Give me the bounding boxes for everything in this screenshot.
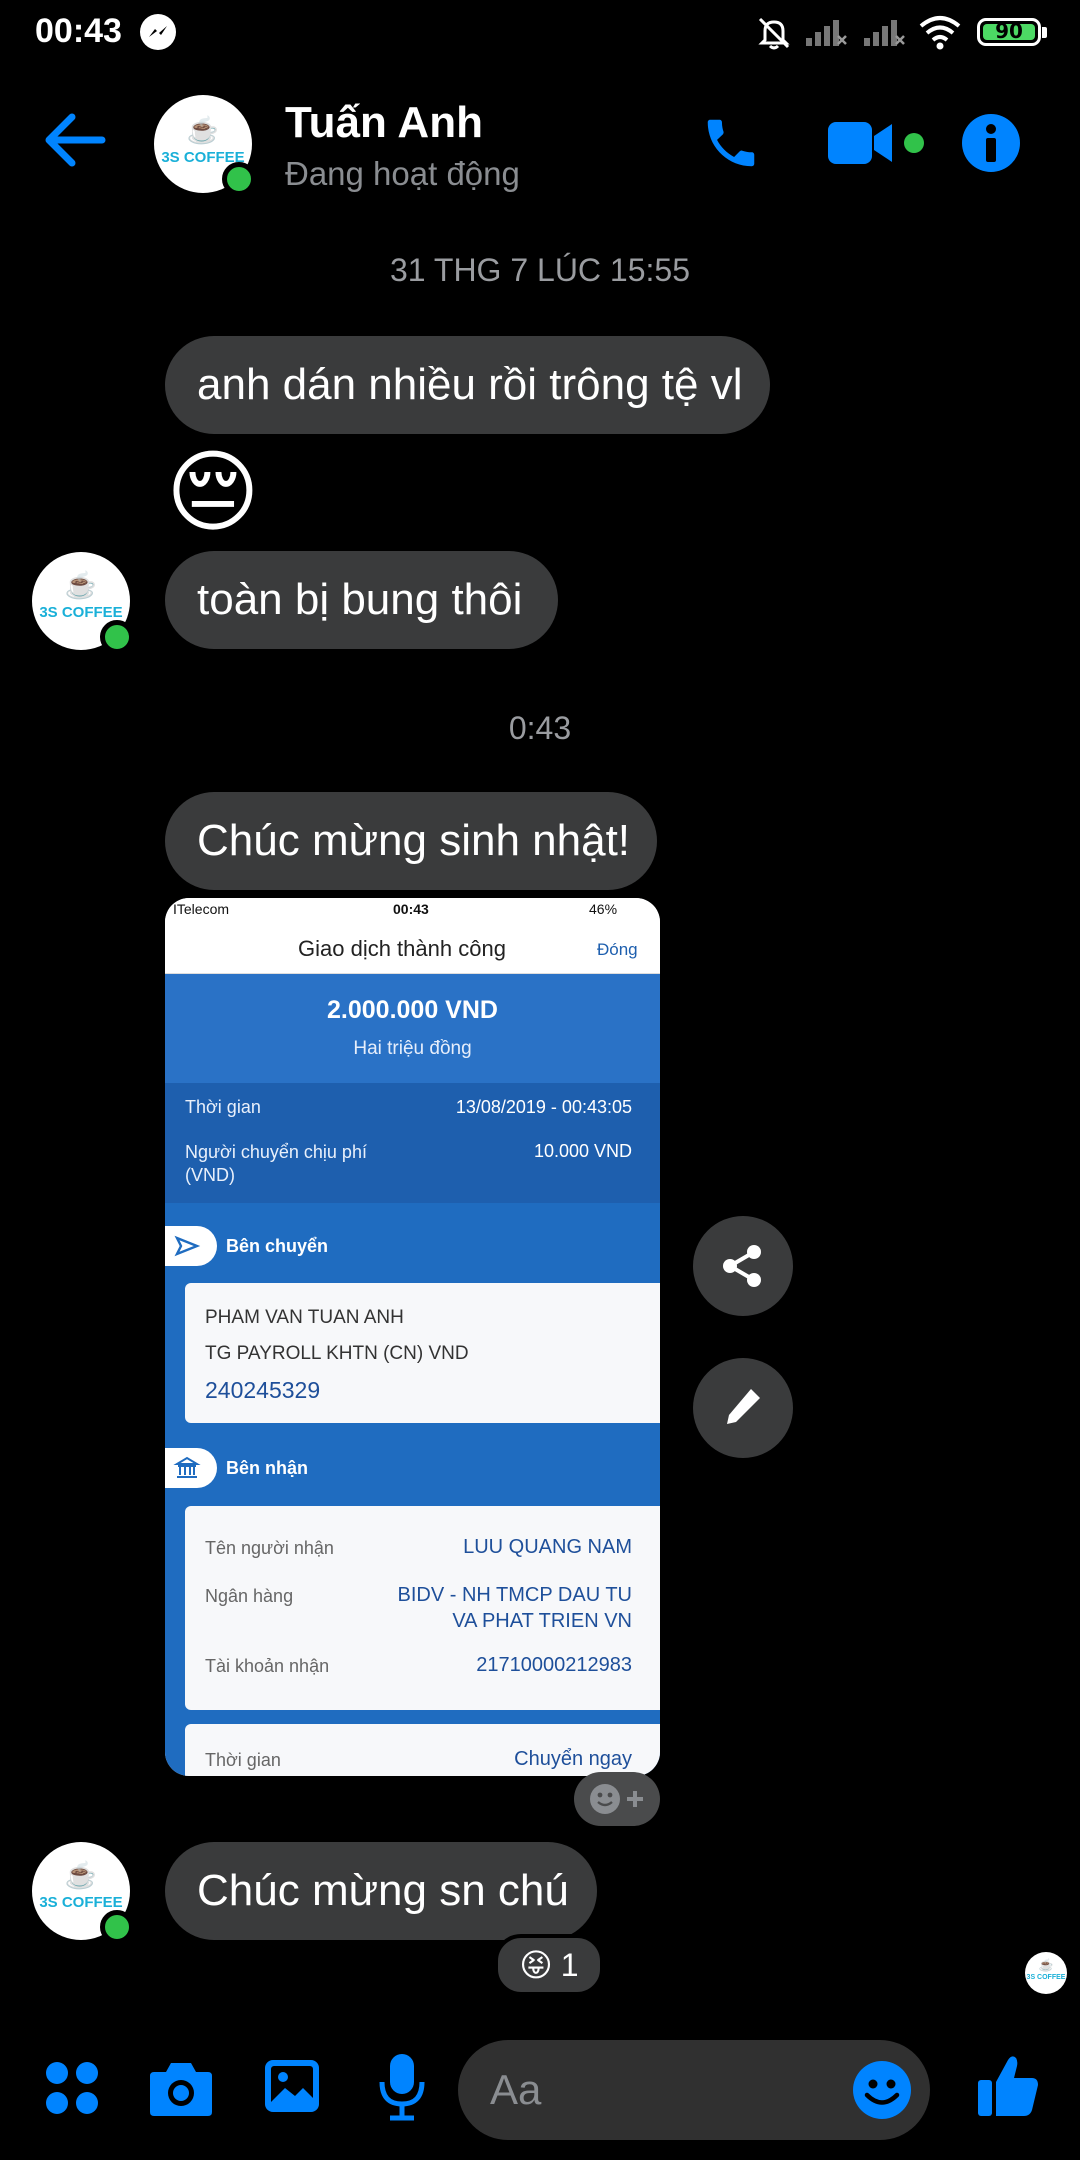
receipt-battery: 46% (589, 901, 618, 917)
receipt-time-label: Thời gian (185, 1097, 261, 1117)
sender-account: 240245329 (205, 1377, 321, 1403)
receiver-section-label: Bên nhận (226, 1458, 309, 1478)
video-active-dot (904, 133, 924, 153)
transfer-time-card: Thời gian Chuyển ngay (185, 1724, 660, 1776)
avatar-cup-icon: ☕ (1038, 1958, 1054, 1972)
avatar-logo-text: 3S COFFEE (39, 604, 123, 621)
reaction-count: 1 (560, 1946, 579, 1983)
sender-account-type: TG PAYROLL KHTN (CN) VND (205, 1343, 469, 1364)
bank-line-2: VA PHAT TRIEN VN (452, 1610, 632, 1632)
reaction-badge[interactable]: 😝 1 (494, 1934, 604, 1996)
mute-icon (755, 14, 793, 57)
share-button[interactable] (693, 1216, 793, 1316)
contact-name[interactable]: Tuấn Anh (285, 98, 483, 148)
reaction-emoji: 😝 (519, 1946, 553, 1984)
bank-icon (165, 1448, 217, 1488)
message-bubble[interactable]: toàn bị bung thôi (165, 551, 558, 649)
message-bubble[interactable]: anh dán nhiều rồi trông tệ vl (165, 336, 770, 434)
message-text: toàn bị bung thôi (197, 575, 523, 624)
receipt-time-value: 13/08/2019 - 00:43:05 (455, 1097, 632, 1117)
message-input[interactable]: Aa (458, 2040, 930, 2140)
seen-avatar: ☕ 3S COFFEE (1025, 1952, 1067, 1994)
sender-name: PHAM VAN TUAN ANH (205, 1307, 404, 1328)
timestamp: 0:43 (508, 710, 572, 746)
video-icon[interactable] (826, 118, 898, 173)
timestamp: 31 THG 7 LÚC 15:55 (389, 252, 690, 288)
phone-icon[interactable] (700, 112, 762, 179)
apps-icon[interactable] (44, 2060, 100, 2121)
send-icon (165, 1226, 217, 1266)
like-icon[interactable] (974, 2052, 1042, 2125)
bottom-time-value: Chuyển ngay (514, 1748, 632, 1770)
share-icon (723, 1245, 761, 1287)
edit-button[interactable] (693, 1358, 793, 1458)
online-indicator (100, 1910, 134, 1944)
message-text: anh dán nhiều rồi trông tệ vl (197, 360, 743, 409)
sender-card: PHAM VAN TUAN ANH TG PAYROLL KHTN (CN) V… (185, 1283, 660, 1423)
avatar-cup-icon: ☕ (186, 115, 220, 145)
wifi-icon (918, 14, 962, 55)
receipt-amount-words: Hai triệu đồng (353, 1038, 472, 1059)
message-text: Chúc mừng sn chú (197, 1866, 569, 1915)
avatar-logo-text: 3S COFFEE (1026, 1974, 1066, 1981)
edit-icon (727, 1389, 760, 1424)
camera-icon[interactable] (148, 2058, 214, 2123)
add-reaction-icon (590, 1784, 643, 1814)
back-arrow-icon[interactable] (42, 112, 108, 173)
bank-label: Ngân hàng (205, 1586, 294, 1606)
message-bubble[interactable]: Chúc mừng sinh nhật! (165, 792, 657, 890)
online-indicator (222, 162, 256, 196)
add-reaction-button[interactable] (574, 1772, 660, 1826)
contact-status: Đang hoạt động (285, 155, 520, 192)
receipt-title: Giao dịch thành công (298, 936, 506, 961)
account-value: 21710000212983 (476, 1654, 632, 1676)
sender-section-label: Bên chuyển (226, 1236, 329, 1256)
receipt-details-panel: Thời gian 13/08/2019 - 00:43:05 Người ch… (165, 1083, 660, 1203)
status-time: 00:43 (35, 12, 122, 50)
receiver-name-label: Tên người nhận (205, 1538, 334, 1558)
receipt-amount: 2.000.000 VND (327, 996, 498, 1024)
gallery-icon[interactable] (263, 2056, 321, 2121)
receiver-card: Tên người nhận LUU QUANG NAM Ngân hàng B… (185, 1506, 660, 1710)
account-label: Tài khoản nhận (205, 1656, 330, 1676)
info-icon[interactable] (961, 113, 1021, 178)
message-input-placeholder: Aa (490, 2066, 542, 2113)
receipt-fee-label: Người chuyển chịu phí (VND) (185, 1142, 367, 1185)
bottom-time-label: Thời gian (205, 1750, 281, 1770)
messenger-icon (140, 14, 176, 50)
receipt-close: Đóng (597, 940, 638, 959)
emoji-message[interactable]: 😔 (166, 438, 260, 548)
receipt-nav: Giao dịch thành công Đóng (165, 920, 660, 974)
shared-image[interactable]: ITelecom 00:43 46% Giao dịch thành công … (165, 898, 660, 1776)
receipt-status-bar: ITelecom 00:43 46% (165, 898, 660, 920)
battery-level: 90 (995, 19, 1023, 43)
emoji-icon[interactable] (852, 2060, 912, 2125)
online-indicator (100, 620, 134, 654)
receipt-fee-value: 10.000 VND (533, 1141, 632, 1161)
receiver-name: LUU QUANG NAM (463, 1536, 632, 1558)
avatar-cup-icon: ☕ (64, 1860, 98, 1890)
bank-line-1: BIDV - NH TMCP DAU TU (397, 1584, 632, 1606)
receipt-time: 00:43 (393, 901, 429, 917)
mic-icon[interactable] (378, 2052, 426, 2127)
message-bubble[interactable]: Chúc mừng sn chú (165, 1842, 597, 1940)
battery-tip (1042, 27, 1047, 38)
battery-indicator: 90 (977, 18, 1041, 46)
message-text: Chúc mừng sinh nhật! (197, 816, 631, 865)
signal-icon (862, 16, 906, 53)
avatar-cup-icon: ☕ (64, 570, 98, 600)
signal-icon (804, 16, 848, 53)
avatar-logo-text: 3S COFFEE (39, 1894, 123, 1911)
receipt-carrier: ITelecom (173, 901, 230, 917)
